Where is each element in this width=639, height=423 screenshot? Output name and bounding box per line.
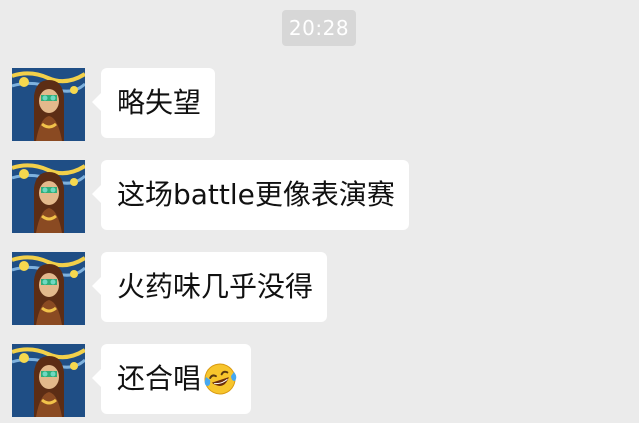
avatar[interactable] xyxy=(12,344,85,417)
message-text: 这场battle更像表演赛 xyxy=(117,178,395,211)
laughing-tears-emoji xyxy=(203,362,237,396)
avatar[interactable] xyxy=(12,252,85,325)
avatar[interactable] xyxy=(12,68,85,141)
message-bubble[interactable]: 火药味几乎没得 xyxy=(91,252,328,322)
message-text: 略失望 xyxy=(117,86,202,119)
avatar[interactable] xyxy=(12,160,85,233)
message-timestamp: 20:28 xyxy=(282,10,356,46)
message-text: 还合唱 xyxy=(117,362,202,395)
message-bubble[interactable]: 这场battle更像表演赛 xyxy=(92,160,409,230)
message-bubble[interactable]: 略失望 xyxy=(91,68,216,138)
message-text: 火药味几乎没得 xyxy=(117,270,314,303)
message-bubble[interactable]: 还合唱 xyxy=(91,344,252,414)
